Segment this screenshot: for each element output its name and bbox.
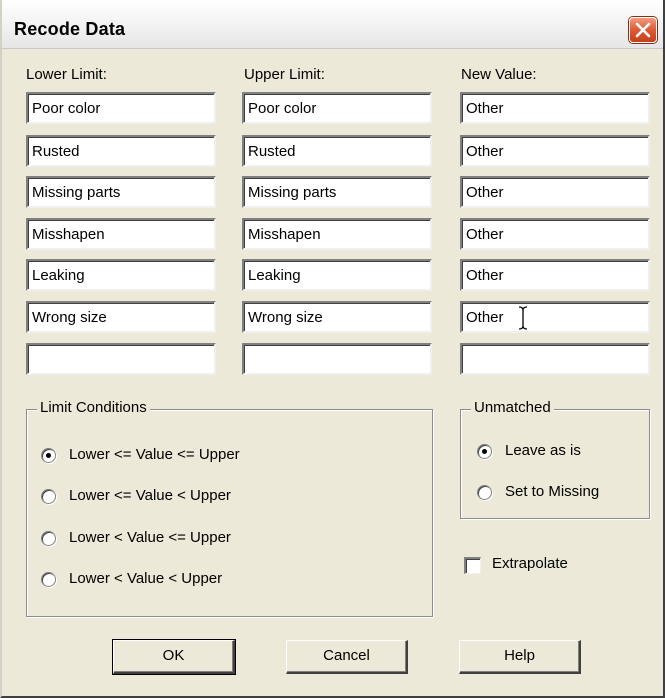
close-button[interactable] xyxy=(629,17,657,43)
new-value-label: New Value: xyxy=(461,66,537,83)
text-cursor-icon xyxy=(518,306,528,330)
radio-button[interactable] xyxy=(477,444,492,459)
lower-limit-field[interactable]: Missing parts xyxy=(26,176,216,208)
lower-limit-field[interactable]: Wrong size xyxy=(26,301,216,333)
radio-label: Lower < Value <= Upper xyxy=(69,529,231,546)
new-value-field[interactable]: Other xyxy=(460,218,650,250)
radio-label: Lower < Value < Upper xyxy=(69,570,223,587)
extrapolate-checkbox[interactable] xyxy=(464,557,481,574)
help-button[interactable]: Help xyxy=(459,640,581,674)
limit-conditions-group: Limit Conditions Lower <= Value <= Upper… xyxy=(26,399,433,617)
new-value-field[interactable]: Other xyxy=(460,176,650,208)
upper-limit-field[interactable]: Wrong size xyxy=(242,301,432,333)
close-icon xyxy=(635,22,651,38)
upper-limit-field[interactable]: Missing parts xyxy=(242,176,432,208)
title-bar[interactable]: Recode Data xyxy=(2,0,663,49)
dialog-title: Recode Data xyxy=(14,19,126,39)
ok-button[interactable]: OK xyxy=(112,639,236,675)
radio-button[interactable] xyxy=(41,572,56,587)
radio-button[interactable] xyxy=(41,531,56,546)
upper-limit-field[interactable]: Rusted xyxy=(242,135,432,167)
radio-label: Lower <= Value <= Upper xyxy=(69,446,240,463)
upper-limit-field[interactable] xyxy=(242,343,432,375)
upper-limit-label: Upper Limit: xyxy=(244,66,325,83)
lower-limit-label: Lower Limit: xyxy=(26,66,107,83)
new-value-field[interactable]: Other xyxy=(460,301,650,333)
new-value-field[interactable] xyxy=(460,343,650,375)
upper-limit-field[interactable]: Leaking xyxy=(242,259,432,291)
extrapolate-label[interactable]: Extrapolate xyxy=(492,555,568,572)
lower-limit-field[interactable] xyxy=(26,343,216,375)
radio-button[interactable] xyxy=(41,448,56,463)
lower-limit-field[interactable]: Rusted xyxy=(26,135,216,167)
limit-conditions-title: Limit Conditions xyxy=(37,399,150,416)
upper-limit-field[interactable]: Misshapen xyxy=(242,218,432,250)
radio-label: Leave as is xyxy=(505,442,581,459)
radio-button[interactable] xyxy=(477,485,492,500)
unmatched-title: Unmatched xyxy=(471,399,554,416)
unmatched-group: Unmatched Leave as is Set to Missing xyxy=(460,399,650,519)
radio-label: Set to Missing xyxy=(505,483,600,500)
recode-data-dialog: Recode Data Lower Limit: Upper Limit: Ne… xyxy=(0,0,665,698)
radio-label: Lower <= Value < Upper xyxy=(69,487,231,504)
new-value-field[interactable]: Other xyxy=(460,92,650,124)
lower-limit-field[interactable]: Poor color xyxy=(26,92,216,124)
new-value-field[interactable]: Other xyxy=(460,259,650,291)
upper-limit-field[interactable]: Poor color xyxy=(242,92,432,124)
radio-button[interactable] xyxy=(41,489,56,504)
cancel-button[interactable]: Cancel xyxy=(286,640,408,674)
new-value-field[interactable]: Other xyxy=(460,135,650,167)
lower-limit-field[interactable]: Leaking xyxy=(26,259,216,291)
lower-limit-field[interactable]: Misshapen xyxy=(26,218,216,250)
